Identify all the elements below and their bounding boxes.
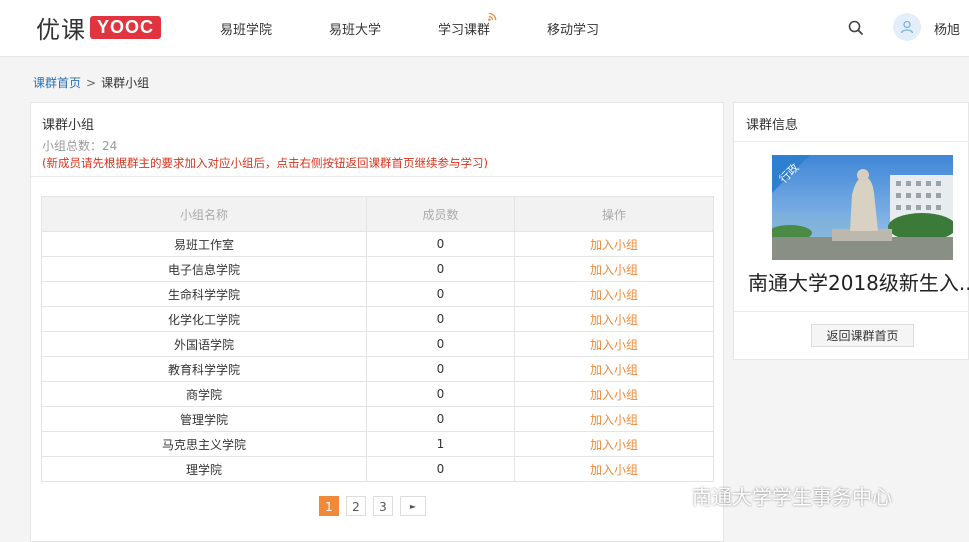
table-row: 商学院 0 加入小组 [41,381,714,407]
table-row: 电子信息学院 0 加入小组 [41,256,714,282]
member-count-cell: 0 [366,281,515,307]
group-name-cell: 生命科学学院 [41,281,367,307]
campus-statue-image: 行政 [772,155,953,260]
join-group-link[interactable]: 加入小组 [514,331,714,357]
breadcrumb: 课群首页 > 课群小组 [33,74,149,91]
group-count: 小组总数：24 [42,139,118,153]
search-icon[interactable] [847,19,865,37]
table-header-row: 小组名称 成员数 操作 [41,196,714,232]
join-group-link[interactable]: 加入小组 [514,456,714,482]
page-1-button[interactable]: 1 [319,496,339,516]
logo-brand-badge: YOOC [90,15,162,39]
member-count-cell: 0 [366,256,515,282]
join-group-link[interactable]: 加入小组 [514,381,714,407]
column-header-members: 成员数 [366,196,515,232]
member-count-cell: 0 [366,306,515,332]
member-count-cell: 0 [366,381,515,407]
column-header-name: 小组名称 [41,196,367,232]
course-thumbnail[interactable]: 行政 [772,155,953,260]
divider [734,141,969,142]
pagination: 1 2 3 ► [319,496,426,516]
panel-title: 课群小组 [42,118,95,133]
nav-item-study-groups[interactable]: 学习课群 [438,19,490,38]
member-count-cell: 0 [366,406,515,432]
group-name-cell: 外国语学院 [41,331,367,357]
join-group-link[interactable]: 加入小组 [514,306,714,332]
page-2-button[interactable]: 2 [346,496,366,516]
join-group-link[interactable]: 加入小组 [514,256,714,282]
user-icon [900,20,914,34]
notice-text: (新成员请先根据群主的要求加入对应小组后，点击右侧按钮返回课群首页继续参与学习) [42,156,488,170]
group-name-cell: 易班工作室 [41,231,367,257]
groups-panel: 课群小组 小组总数：24 (新成员请先根据群主的要求加入对应小组后，点击右侧按钮… [30,102,724,542]
join-group-link[interactable]: 加入小组 [514,431,714,457]
join-group-link[interactable]: 加入小组 [514,231,714,257]
group-name-cell: 教育科学学院 [41,356,367,382]
member-count-cell: 0 [366,331,515,357]
table-row: 生命科学学院 0 加入小组 [41,281,714,307]
group-name-cell: 商学院 [41,381,367,407]
table-row: 易班工作室 0 加入小组 [41,231,714,257]
watermark-text: 南通大学学生事务中心 [692,485,892,509]
group-name-cell: 理学院 [41,456,367,482]
table-row: 马克思主义学院 1 加入小组 [41,431,714,457]
nav-item-mobile-learning[interactable]: 移动学习 [547,19,599,38]
group-name-cell: 化学化工学院 [41,306,367,332]
yooc-logo[interactable]: 优课 YOOC [36,12,162,44]
breadcrumb-home-link[interactable]: 课群首页 [33,76,81,90]
groups-table: 小组名称 成员数 操作 易班工作室 0 加入小组 电子信息学院 0 加入小组 生命科学学院 0… [41,196,714,482]
divider [734,311,969,312]
join-group-link[interactable]: 加入小组 [514,281,714,307]
member-count-cell: 0 [366,356,515,382]
column-header-action: 操作 [514,196,714,232]
wechat-icon [653,483,685,507]
sidebar-title: 课群信息 [746,118,799,133]
rss-icon [488,12,497,21]
join-group-link[interactable]: 加入小组 [514,406,714,432]
back-to-group-home-button[interactable]: 返回课群首页 [811,324,914,347]
table-row: 教育科学学院 0 加入小组 [41,356,714,382]
page-3-button[interactable]: 3 [373,496,393,516]
table-row: 化学化工学院 0 加入小组 [41,306,714,332]
breadcrumb-current: 课群小组 [101,76,150,90]
next-page-button[interactable]: ► [400,496,426,516]
group-info-panel: 课群信息 行政 南通大学2018级新生入... 返回课群首页 [733,102,969,360]
member-count-cell: 1 [366,431,515,457]
group-name-cell: 管理学院 [41,406,367,432]
avatar[interactable] [893,13,921,41]
table-row: 管理学院 0 加入小组 [41,406,714,432]
top-header: 优课 YOOC 易班学院 易班大学 学习课群 移动学习 杨旭 [0,0,969,57]
member-count-cell: 0 [366,231,515,257]
table-row: 理学院 0 加入小组 [41,456,714,482]
course-name[interactable]: 南通大学2018级新生入... [748,267,969,296]
join-group-link[interactable]: 加入小组 [514,356,714,382]
wechat-watermark: 南通大学学生事务中心 [652,481,892,510]
nav-item-yiban-college[interactable]: 易班学院 [220,19,272,38]
breadcrumb-separator: > [86,76,97,90]
table-row: 外国语学院 0 加入小组 [41,331,714,357]
nav-item-yiban-university[interactable]: 易班大学 [329,19,381,38]
logo-text: 优课 [36,15,86,44]
member-count-cell: 0 [366,456,515,482]
group-name-cell: 电子信息学院 [41,256,367,282]
group-name-cell: 马克思主义学院 [41,431,367,457]
username[interactable]: 杨旭 [934,19,960,38]
divider [31,176,723,177]
